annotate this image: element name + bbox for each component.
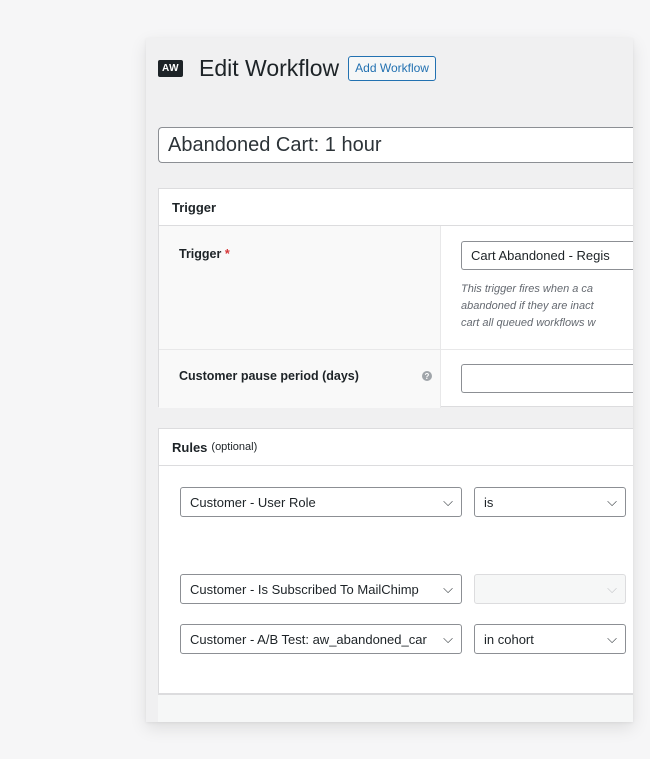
trigger-value-cell: Cart Abandoned - Regis This trigger fire… [441,226,633,349]
trigger-description-line: abandoned if they are inact [461,300,594,312]
rules-optional-label: (optional) [211,441,258,453]
chevron-down-icon: ⌵ [443,631,453,646]
chevron-down-icon: ⌵ [607,631,617,646]
rule-field-value: Customer - Is Subscribed To MailChimp [190,581,419,597]
trigger-row: Trigger * Cart Abandoned - Regis This tr… [159,226,633,350]
pause-period-value-cell [441,350,633,408]
workflow-editor-panel: AW Edit Workflow Add Workflow Abandoned … [146,38,633,722]
automatewoo-logo: AW [158,59,183,77]
trigger-select[interactable]: Cart Abandoned - Regis [461,241,633,270]
rule-operator-select-disabled: ⌵ [474,574,626,604]
pause-period-input[interactable] [461,364,633,393]
trigger-heading-text: Trigger [172,199,217,215]
help-icon[interactable]: ? [422,371,432,381]
pause-period-row: Customer pause period (days) ? [159,350,633,408]
trigger-description-line: This trigger fires when a ca [461,283,594,295]
required-mark: * [224,247,230,261]
rules-box-heading: Rules (optional) [159,429,633,466]
chevron-down-icon: ⌵ [607,494,617,509]
rule-field-select[interactable]: Customer - A/B Test: aw_abandoned_car ⌵ [180,624,462,654]
chevron-down-icon: ⌵ [607,581,617,596]
rule-field-value: Customer - User Role [190,494,316,510]
workflow-title-input[interactable]: Abandoned Cart: 1 hour [158,127,633,163]
rules-heading-text: Rules [172,439,208,455]
pause-period-label-cell: Customer pause period (days) ? [159,350,441,408]
rule-operator-select[interactable]: is ⌵ [474,487,626,517]
trigger-label: Trigger [179,247,222,261]
trigger-label-cell: Trigger * [159,226,441,349]
trigger-description: This trigger fires when a ca abandoned i… [461,281,631,332]
rule-operator-select[interactable]: in cohort ⌵ [474,624,626,654]
chevron-down-icon: ⌵ [443,494,453,509]
trigger-description-line: cart all queued workflows w [461,317,596,329]
rule-field-value: Customer - A/B Test: aw_abandoned_car [190,631,427,647]
rule-field-select[interactable]: Customer - Is Subscribed To MailChimp ⌵ [180,574,462,604]
rules-box-footer [158,694,633,722]
pause-period-label: Customer pause period (days) [179,369,359,383]
trigger-box: Trigger Trigger * Cart Abandoned - Regis… [158,188,633,408]
trigger-box-heading: Trigger [159,189,633,226]
trigger-select-value: Cart Abandoned - Regis [471,248,610,263]
page-title: Edit Workflow [199,54,340,81]
page-header: AW Edit Workflow Add Workflow [158,55,436,81]
chevron-down-icon: ⌵ [443,581,453,596]
rule-operator-value: is [484,494,494,510]
rules-box: Rules (optional) Customer - User Role ⌵ … [158,428,633,694]
rule-field-select[interactable]: Customer - User Role ⌵ [180,487,462,517]
add-workflow-button[interactable]: Add Workflow [348,55,436,81]
rule-operator-value: in cohort [484,631,534,647]
